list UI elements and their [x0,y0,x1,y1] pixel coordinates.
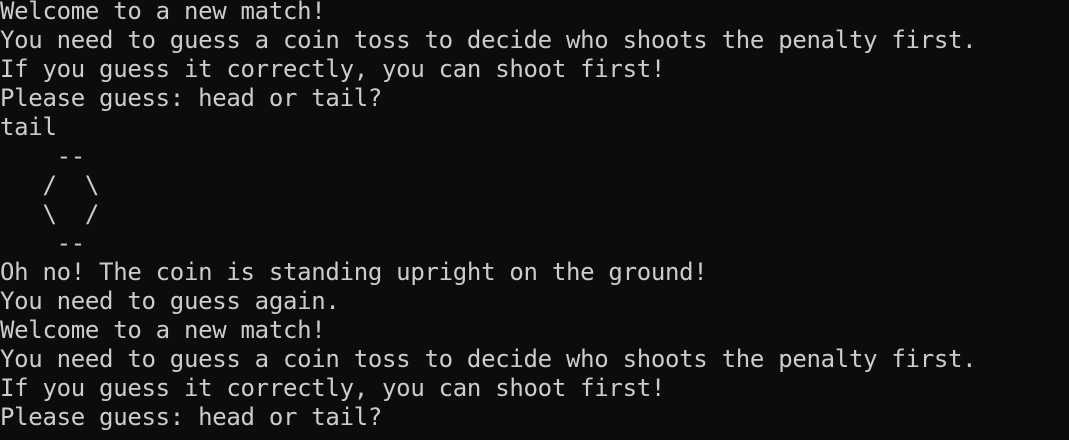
output-line-instruction-2: You need to guess a coin toss to decide … [0,345,977,373]
output-line-instruction: You need to guess a coin toss to decide … [0,26,977,54]
output-line-prompt-2: Please guess: head or tail? [0,403,383,431]
coin-art-upper: / \ [0,171,100,199]
output-line-retry: You need to guess again. [0,287,340,315]
coin-art-lower: \ / [0,200,100,228]
output-line-welcome: Welcome to a new match! [0,0,326,25]
terminal-output[interactable]: Welcome to a new match! You need to gues… [0,0,1069,440]
output-line-result: Oh no! The coin is standing upright on t… [0,258,708,286]
output-line-rule: If you guess it correctly, you can shoot… [0,55,666,83]
coin-art-bottom: -- [0,229,86,257]
output-line-prompt: Please guess: head or tail? [0,84,383,112]
coin-art-top: -- [0,142,86,170]
user-input-line: tail [0,113,57,141]
output-line-welcome-2: Welcome to a new match! [0,316,326,344]
output-line-rule-2: If you guess it correctly, you can shoot… [0,374,666,402]
